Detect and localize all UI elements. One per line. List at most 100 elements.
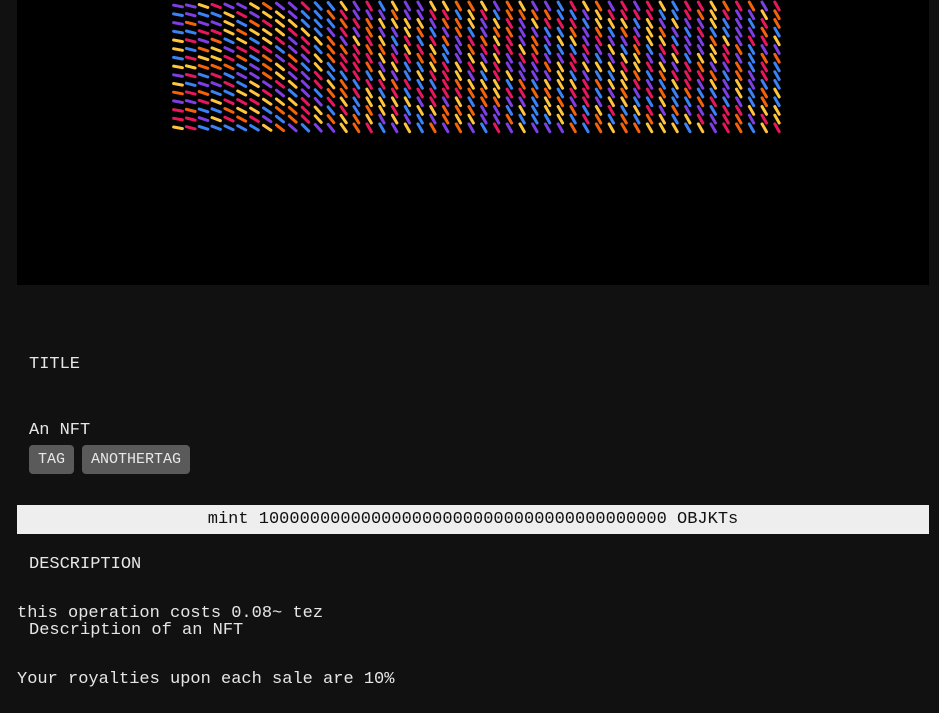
art-stroke	[709, 35, 717, 47]
tag-chip[interactable]: TAG	[29, 445, 75, 474]
art-stroke	[671, 96, 679, 108]
art-stroke	[326, 61, 336, 72]
art-stroke	[262, 36, 273, 45]
art-stroke	[249, 124, 260, 132]
art-stroke	[480, 78, 488, 90]
art-stroke	[365, 96, 373, 108]
art-stroke	[429, 105, 437, 116]
art-stroke	[326, 35, 336, 46]
art-stroke	[518, 35, 526, 47]
art-stroke	[671, 78, 679, 90]
art-stroke	[339, 113, 348, 125]
art-stroke	[505, 105, 514, 116]
art-stroke	[505, 26, 514, 38]
art-stroke	[773, 18, 781, 29]
art-stroke	[594, 78, 603, 90]
art-stroke	[365, 61, 373, 73]
art-stroke	[556, 52, 565, 64]
art-stroke	[184, 20, 197, 26]
art-stroke	[722, 61, 730, 73]
art-stroke	[492, 87, 501, 99]
art-stroke	[352, 122, 361, 134]
art-stroke	[671, 61, 679, 73]
art-stroke	[300, 123, 311, 133]
art-stroke	[735, 96, 743, 108]
art-stroke	[556, 87, 565, 99]
art-stroke	[569, 35, 577, 47]
art-stroke	[429, 26, 437, 38]
art-stroke	[274, 97, 285, 106]
art-stroke	[223, 28, 235, 36]
art-stroke	[441, 105, 450, 116]
art-stroke	[172, 73, 184, 78]
art-stroke	[633, 18, 641, 29]
art-stroke	[760, 52, 768, 64]
art-stroke	[210, 37, 222, 44]
mint-button[interactable]: mint 10000000000000000000000000000000000…	[17, 505, 929, 534]
art-stroke	[429, 61, 437, 73]
art-stroke	[760, 122, 768, 134]
art-stroke	[287, 36, 298, 46]
art-stroke	[390, 18, 399, 29]
art-stroke	[531, 35, 539, 47]
art-stroke	[223, 63, 235, 71]
art-stroke	[505, 96, 514, 108]
art-stroke	[287, 88, 298, 98]
art-stroke	[582, 61, 590, 73]
art-stroke	[645, 87, 654, 99]
art-stroke	[480, 18, 488, 29]
art-stroke	[760, 96, 768, 108]
art-stroke	[747, 113, 756, 125]
art-stroke	[467, 113, 475, 125]
art-stroke	[645, 105, 654, 116]
art-stroke	[262, 80, 273, 89]
art-stroke	[378, 96, 386, 108]
art-stroke	[352, 113, 361, 125]
tag-chip[interactable]: ANOTHERTAG	[82, 445, 191, 474]
art-stroke	[467, 26, 475, 38]
art-stroke	[747, 122, 756, 134]
art-stroke	[658, 18, 666, 29]
art-stroke	[210, 55, 222, 62]
art-stroke	[531, 18, 539, 29]
art-stroke	[274, 10, 285, 19]
art-stroke	[556, 35, 565, 47]
art-stroke	[339, 70, 348, 81]
art-stroke	[735, 44, 743, 55]
art-stroke	[633, 35, 641, 47]
art-stroke	[684, 18, 692, 29]
art-stroke	[773, 70, 781, 81]
art-stroke	[429, 78, 437, 90]
art-stroke	[172, 55, 184, 61]
art-stroke	[184, 29, 197, 35]
art-stroke	[760, 78, 768, 90]
art-stroke	[172, 21, 184, 26]
art-stroke	[543, 9, 552, 21]
art-stroke	[671, 70, 679, 81]
art-stroke	[480, 87, 488, 99]
art-stroke	[326, 18, 336, 29]
art-stroke	[620, 35, 628, 47]
art-stroke	[249, 89, 260, 97]
art-stroke	[582, 18, 590, 29]
art-stroke	[378, 18, 386, 29]
art-stroke	[505, 78, 514, 90]
art-stroke	[210, 116, 222, 123]
art-stroke	[403, 18, 412, 29]
art-stroke	[467, 78, 475, 90]
art-stroke	[339, 44, 348, 55]
art-stroke	[773, 113, 781, 125]
art-stroke	[505, 61, 514, 73]
art-stroke	[735, 52, 743, 64]
art-stroke	[531, 26, 539, 38]
art-stroke	[326, 53, 336, 64]
art-stroke	[709, 113, 717, 125]
art-stroke	[390, 52, 399, 64]
art-stroke	[197, 20, 210, 27]
art-stroke	[735, 78, 743, 90]
art-stroke	[390, 26, 399, 38]
royalties-text: Your royalties upon each sale are 10%	[17, 670, 395, 689]
art-stroke	[607, 78, 615, 90]
art-stroke	[326, 122, 336, 133]
art-stroke	[249, 45, 260, 54]
